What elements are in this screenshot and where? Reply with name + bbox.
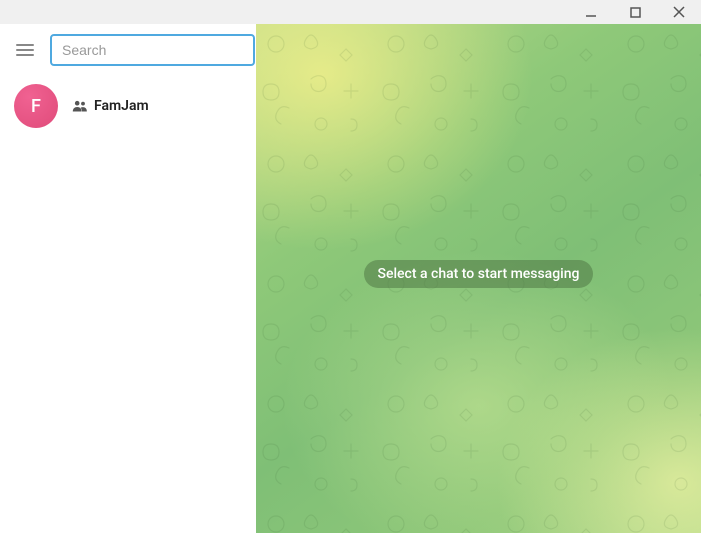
app-container: F FamJam	[0, 24, 701, 533]
empty-state-prompt: Select a chat to start messaging	[364, 260, 594, 288]
search-input[interactable]	[50, 34, 255, 66]
window-close-button[interactable]	[665, 2, 693, 22]
chat-panel-empty: Select a chat to start messaging	[256, 24, 701, 533]
group-icon	[72, 100, 88, 112]
chat-name: FamJam	[94, 98, 149, 114]
menu-button[interactable]	[10, 35, 40, 65]
chat-item-famjam[interactable]: F FamJam	[0, 76, 256, 136]
chat-list: F FamJam	[0, 76, 256, 533]
window-titlebar	[0, 0, 701, 24]
hamburger-icon	[15, 40, 35, 60]
window-maximize-button[interactable]	[621, 2, 649, 22]
chat-title-wrap: FamJam	[72, 98, 149, 114]
avatar: F	[14, 84, 58, 128]
window-minimize-button[interactable]	[577, 2, 605, 22]
sidebar-header	[0, 24, 256, 76]
avatar-letter: F	[31, 96, 41, 117]
sidebar: F FamJam	[0, 24, 256, 533]
